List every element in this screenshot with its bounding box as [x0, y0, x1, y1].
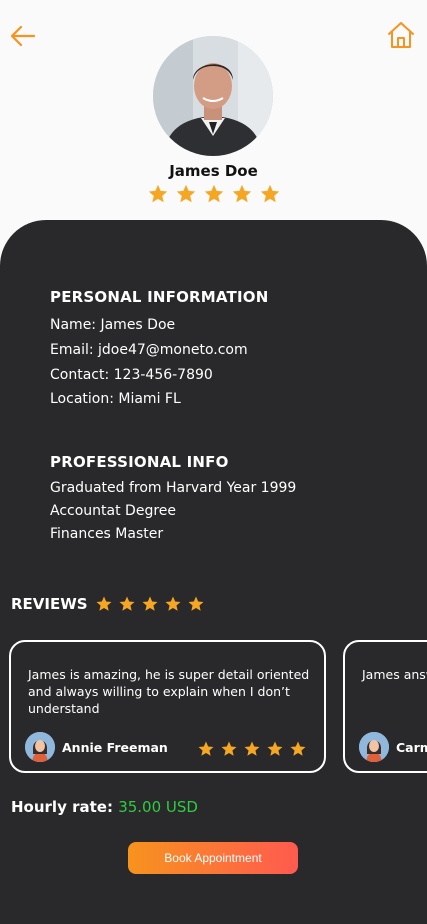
- star-icon: [289, 740, 307, 758]
- star-icon: [147, 183, 169, 205]
- professional-specialty: Finances Master: [50, 526, 164, 542]
- personal-info-title: PERSONAL INFORMATION: [50, 288, 269, 306]
- reviewer-avatar: [359, 732, 389, 762]
- personal-location: Location: Miami FL: [50, 391, 181, 407]
- professional-degree: Accountat Degree: [50, 503, 176, 519]
- home-icon: [388, 22, 414, 48]
- arrow-left-icon: [10, 25, 36, 47]
- review-text: James is amazing, he is super detail ori…: [28, 667, 310, 716]
- star-icon: [141, 595, 159, 613]
- star-icon: [259, 183, 281, 205]
- star-icon: [95, 595, 113, 613]
- back-button[interactable]: [8, 22, 38, 50]
- star-icon: [231, 183, 253, 205]
- book-appointment-button[interactable]: Book Appointment: [128, 842, 298, 874]
- star-icon: [118, 595, 136, 613]
- star-icon: [197, 740, 215, 758]
- review-card[interactable]: James is amazing, he is super detail ori…: [9, 640, 326, 773]
- profile-avatar: [153, 36, 273, 156]
- reviewer-name: Annie Freeman: [62, 740, 168, 755]
- professional-education: Graduated from Harvard Year 1999: [50, 480, 297, 496]
- reviewer-avatar: [25, 732, 55, 762]
- professional-info-title: PROFESSIONAL INFO: [50, 453, 229, 471]
- star-icon: [175, 183, 197, 205]
- personal-name: Name: James Doe: [50, 317, 176, 333]
- personal-contact: Contact: 123-456-7890: [50, 367, 213, 383]
- star-icon: [243, 740, 261, 758]
- star-icon: [203, 183, 225, 205]
- review-card[interactable]: James answ Carm: [343, 640, 427, 773]
- reviews-title: REVIEWS: [11, 595, 88, 613]
- hourly-rate-value: 35.00 USD: [118, 798, 198, 816]
- star-icon: [220, 740, 238, 758]
- reviewer-name: Carm: [396, 740, 427, 755]
- star-icon: [164, 595, 182, 613]
- profile-name: James Doe: [169, 162, 258, 180]
- hourly-rate-label: Hourly rate:: [11, 798, 113, 816]
- review-text: James answ: [362, 667, 427, 682]
- star-icon: [187, 595, 205, 613]
- star-icon: [266, 740, 284, 758]
- hourly-rate: Hourly rate: 35.00 USD: [11, 798, 198, 816]
- details-panel: PERSONAL INFORMATION Name: James Doe Ema…: [0, 220, 427, 924]
- reviews-rating: [95, 595, 205, 613]
- personal-email: Email: jdoe47@moneto.com: [50, 342, 248, 358]
- review-rating: [197, 740, 307, 758]
- profile-rating: [0, 183, 427, 205]
- home-button[interactable]: [386, 20, 416, 50]
